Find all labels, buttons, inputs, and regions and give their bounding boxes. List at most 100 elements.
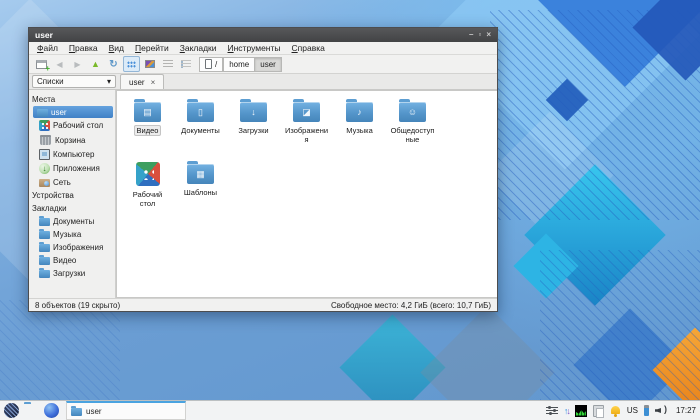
titlebar[interactable]: user – ▫ × xyxy=(29,28,497,42)
tab-close-icon[interactable]: × xyxy=(151,78,156,87)
up-button[interactable]: ▲ xyxy=(87,56,104,72)
sidebar-item-label: user xyxy=(51,107,67,117)
network-traffic-icon[interactable]: ↑ ↓ xyxy=(564,406,571,416)
file-item[interactable]: ▦ Шаблоны xyxy=(174,161,227,223)
menubar: Файл Правка Вид Перейти Закладки Инструменты С… xyxy=(29,42,497,55)
sidebar-item[interactable]: Видео xyxy=(37,254,113,266)
sidebar-item-label: Документы xyxy=(53,216,95,226)
sidebar-item[interactable]: Приложения xyxy=(37,162,113,175)
file-item[interactable]: ▯ Документы xyxy=(174,99,227,161)
task-button-label: user xyxy=(86,406,102,416)
view-icons-button[interactable] xyxy=(123,56,140,72)
places-sidebar: Местаuser Рабочий стол Корзина Компьютер При… xyxy=(29,90,116,298)
sidebar-item-label: Компьютер xyxy=(53,150,95,159)
sidebar-item-label: Корзина xyxy=(55,135,86,145)
file-item[interactable]: ☺ Общедоступные xyxy=(386,99,439,161)
trash-icon xyxy=(40,135,51,145)
refresh-button[interactable]: ↻ xyxy=(105,56,122,72)
file-item[interactable]: ♪ Музыка xyxy=(333,99,386,161)
file-item[interactable]: ▤ Видео xyxy=(121,99,174,161)
wallpaper-stripes xyxy=(540,250,700,400)
minimize-button[interactable]: – xyxy=(469,31,473,39)
folder-documents-icon: ▯ xyxy=(187,99,214,122)
sidebar-item[interactable]: Документы xyxy=(37,215,113,227)
desktop-icon xyxy=(135,162,160,186)
status-free-space: Свободное место: 4,2 ГиБ (всего: 10,7 Ги… xyxy=(330,300,491,310)
sidebar-item[interactable]: Компьютер xyxy=(37,148,113,161)
menu-item-3[interactable]: Перейти xyxy=(135,43,169,53)
volume-icon[interactable] xyxy=(655,404,668,416)
statusbar: 8 объектов (19 скрыто) Свободное место: … xyxy=(29,298,497,311)
clock[interactable]: 17:27 xyxy=(676,406,696,415)
sidebar-item[interactable]: Загрузки xyxy=(37,267,113,279)
status-object-count: 8 объектов (19 скрыто) xyxy=(35,300,121,310)
folder-downloads-icon: ↓ xyxy=(240,99,267,122)
menu-item-0[interactable]: Файл xyxy=(37,43,58,53)
file-item[interactable]: Рабочий стол xyxy=(121,161,174,223)
task-button-user[interactable]: user xyxy=(66,401,186,420)
view-detailed-button[interactable] xyxy=(177,56,194,72)
sidebar-section-header[interactable]: Устройства xyxy=(29,189,115,202)
menu-item-1[interactable]: Правка xyxy=(69,43,98,53)
forward-icon: ▶ xyxy=(74,59,81,69)
folder-templates-emblem: ▦ xyxy=(196,168,205,179)
path-segment-user[interactable]: user xyxy=(255,56,282,72)
file-item[interactable]: ↓ Загрузки xyxy=(227,99,280,161)
desktop-icon xyxy=(39,120,50,131)
sidebar-item[interactable]: Изображения xyxy=(37,241,113,253)
sidebar-item[interactable]: Корзина xyxy=(37,133,113,147)
forward-button[interactable]: ▶ xyxy=(69,56,86,72)
file-manager-launcher-icon[interactable] xyxy=(24,404,39,419)
sidebar-item[interactable]: user xyxy=(33,106,113,118)
system-monitor-icon[interactable] xyxy=(574,404,587,417)
sidebar-item-label: Сеть xyxy=(53,177,71,187)
home-folder-icon xyxy=(37,107,48,117)
browser-launcher-icon[interactable] xyxy=(44,403,59,418)
new-window-icon xyxy=(36,59,50,73)
up-icon: ▲ xyxy=(91,59,100,69)
applications-icon xyxy=(39,163,50,174)
sidebar-mode-dropdown[interactable]: Списки ▾ xyxy=(32,75,116,88)
file-item[interactable]: ◪ Изображения xyxy=(280,99,333,161)
clipboard-icon[interactable] xyxy=(592,404,604,418)
folder-music-icon: ♪ xyxy=(346,99,373,122)
folder-templates-icon: ▦ xyxy=(187,161,214,184)
tab-label: user xyxy=(129,77,145,87)
folder-icon xyxy=(39,229,50,239)
close-button[interactable]: × xyxy=(486,31,491,39)
folder-video-icon: ▤ xyxy=(134,99,161,122)
folder-downloads-emblem: ↓ xyxy=(251,106,256,117)
file-view[interactable]: ▤ Видео ▯ Документы ↓ Загрузки ◪ Изображения ♪ Му… xyxy=(116,90,497,298)
menu-item-6[interactable]: Справка xyxy=(292,43,325,53)
sidebar-item[interactable]: Сеть xyxy=(37,176,113,188)
file-label: Шаблоны xyxy=(183,188,218,197)
menu-item-4[interactable]: Закладки xyxy=(180,43,217,53)
folder-public-emblem: ☺ xyxy=(407,106,418,117)
removable-media-icon[interactable] xyxy=(643,405,649,416)
path-root-button[interactable]: / xyxy=(199,56,224,72)
tab-user[interactable]: user × xyxy=(120,74,165,89)
back-button[interactable]: ◀ xyxy=(51,56,68,72)
sidebar-item[interactable]: Музыка xyxy=(37,228,113,240)
menu-item-2[interactable]: Вид xyxy=(109,43,124,53)
maximize-button[interactable]: ▫ xyxy=(478,31,481,39)
view-compact-button[interactable] xyxy=(159,56,176,72)
compact-view-icon xyxy=(162,60,173,68)
mixer-icon[interactable] xyxy=(545,405,558,416)
new-window-button[interactable] xyxy=(33,56,50,73)
view-thumbnails-button[interactable] xyxy=(141,56,158,72)
keyboard-layout-indicator[interactable]: US xyxy=(627,406,638,415)
sidebar-item[interactable]: Рабочий стол xyxy=(37,119,113,132)
desktop-wallpaper: user – ▫ × Файл Правка Вид Перейти Закладки И… xyxy=(0,0,700,420)
notifications-bell-icon[interactable] xyxy=(610,405,621,417)
folder-icon xyxy=(71,406,82,416)
app-menu-icon[interactable] xyxy=(4,403,19,418)
sidebar-section-header[interactable]: Места xyxy=(29,93,115,106)
folder-icon xyxy=(39,268,50,278)
menu-item-5[interactable]: Инструменты xyxy=(228,43,281,53)
file-label: Общедоступные xyxy=(390,126,435,144)
sidebar-section-header[interactable]: Закладки xyxy=(29,202,115,215)
chevron-down-icon: ▾ xyxy=(106,77,111,86)
path-segment-home[interactable]: home xyxy=(223,56,256,72)
sidebar-item-label: Музыка xyxy=(53,229,82,239)
